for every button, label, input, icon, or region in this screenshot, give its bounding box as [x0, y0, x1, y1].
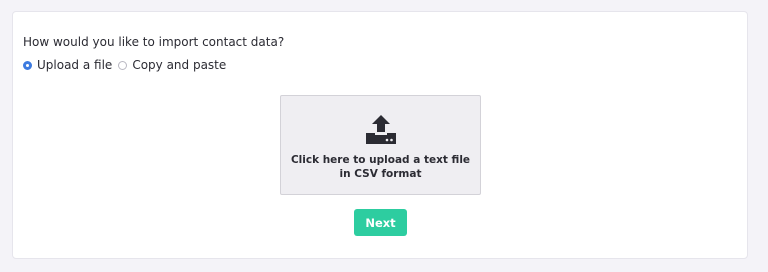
file-upload-dropzone[interactable]: Click here to upload a text file in CSV …: [280, 95, 481, 195]
import-card: How would you like to import contact dat…: [12, 11, 748, 259]
import-method-options: Upload a file Copy and paste: [23, 58, 232, 72]
copy-paste-label: Copy and paste: [132, 58, 227, 72]
option-upload-file[interactable]: Upload a file: [23, 58, 112, 72]
next-button[interactable]: Next: [354, 209, 407, 236]
upload-icon: [366, 115, 396, 144]
upload-instructions-line1: Click here to upload a text file: [290, 154, 471, 166]
import-question: How would you like to import contact dat…: [23, 35, 285, 49]
upload-instructions-line2: in CSV format: [339, 168, 422, 180]
copy-paste-radio[interactable]: [118, 60, 128, 70]
upload-file-radio[interactable]: [23, 60, 32, 70]
upload-instructions: Click here to upload a text file in CSV …: [281, 153, 480, 181]
option-copy-paste[interactable]: Copy and paste: [118, 58, 226, 72]
upload-file-label: Upload a file: [37, 58, 113, 72]
